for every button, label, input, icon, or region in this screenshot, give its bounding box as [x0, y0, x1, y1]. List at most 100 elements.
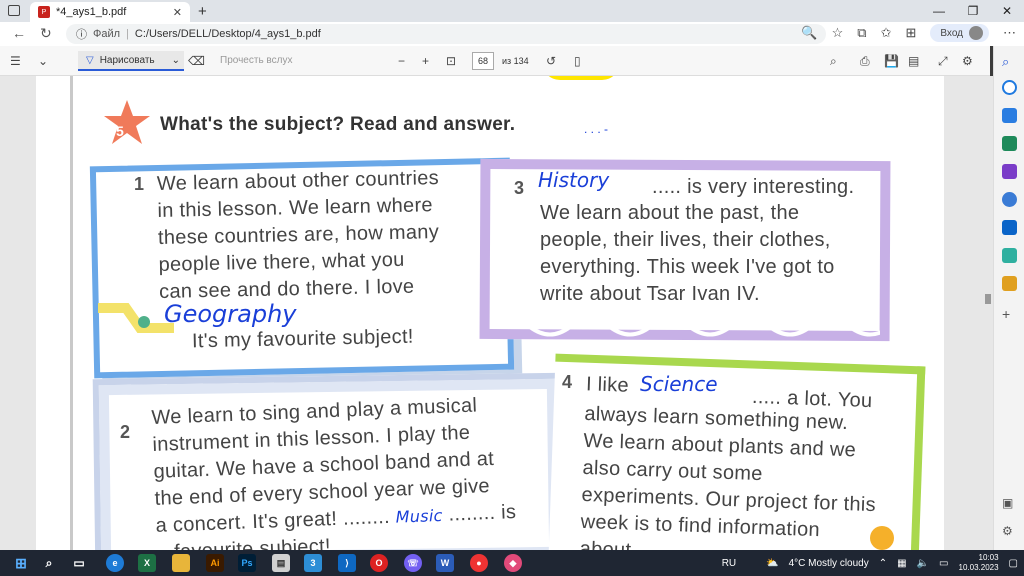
- word-icon[interactable]: W: [436, 554, 454, 572]
- box2-text: We learn to sing and play a musical inst…: [151, 391, 518, 550]
- back-icon[interactable]: ←: [12, 25, 26, 41]
- box3-text: We learn about the past, the people, the…: [540, 200, 835, 308]
- box3-line: people, their lives, their clothes,: [540, 229, 831, 251]
- close-tab-icon[interactable]: ✕: [173, 6, 182, 19]
- box4-prefix: I like: [585, 373, 630, 397]
- add-icon[interactable]: +: [1002, 306, 1017, 322]
- split-screen-icon[interactable]: ⧉: [857, 25, 866, 41]
- highlight-icon[interactable]: ⌄: [38, 54, 48, 68]
- save-as-icon[interactable]: ▤: [908, 54, 919, 68]
- tab-pdf[interactable]: P *4_ays1_b.pdf ✕: [30, 2, 190, 22]
- yellow-mark: [542, 76, 620, 80]
- folder-icon[interactable]: [172, 554, 190, 572]
- language-indicator[interactable]: RU: [722, 558, 736, 569]
- games-icon[interactable]: [1002, 164, 1017, 179]
- collections-icon[interactable]: ⊞: [905, 25, 916, 41]
- contents-icon[interactable]: ☰: [10, 54, 21, 68]
- battery-icon[interactable]: ▭: [939, 558, 948, 569]
- search-icon[interactable]: ⌕: [1002, 54, 1017, 69]
- box1-answer: Geography: [164, 300, 297, 328]
- avatar: [969, 26, 983, 40]
- opera-icon[interactable]: O: [370, 554, 388, 572]
- address-bar-row: ← ↻ ⓘ Файл | C:/Users/DELL/Desktop/4_ays…: [0, 22, 1024, 46]
- settings-icon[interactable]: ⚙: [1002, 524, 1017, 539]
- more-icon[interactable]: ⋯: [1003, 25, 1016, 41]
- app3-icon[interactable]: 3: [304, 554, 322, 572]
- close-window-icon[interactable]: ✕: [990, 0, 1024, 22]
- excel-icon[interactable]: X: [138, 554, 156, 572]
- browser-tab-bar: P *4_ays1_b.pdf ✕ + — ❐ ✕: [0, 0, 1024, 22]
- volume-icon[interactable]: 🔈: [917, 558, 929, 569]
- viber-icon[interactable]: ☏: [404, 554, 422, 572]
- zoom-out-icon[interactable]: −: [398, 54, 405, 68]
- app-icon[interactable]: ▤: [272, 554, 290, 572]
- rotate-icon[interactable]: ↺: [546, 54, 556, 68]
- favorites-bar-icon[interactable]: ✩: [881, 25, 892, 41]
- sidebar-toggle-icon[interactable]: ▣: [1002, 496, 1017, 511]
- pdf-viewer[interactable]: 5 What's the subject? Read and answer. .…: [0, 76, 993, 550]
- login-button[interactable]: Вход: [930, 24, 989, 42]
- box3-number: 3: [514, 178, 525, 198]
- search-icon[interactable]: ⌕: [40, 554, 58, 572]
- box3-line: We learn about the past, the: [540, 202, 800, 224]
- search-icon[interactable]: ⌕: [830, 54, 837, 69]
- network-icon[interactable]: ▦: [897, 558, 906, 569]
- tray-chevron-icon[interactable]: ⌃: [879, 558, 887, 569]
- new-tab-button[interactable]: +: [198, 3, 207, 20]
- url-text: C:/Users/DELL/Desktop/4_ays1_b.pdf: [134, 28, 321, 40]
- page-number-input[interactable]: 68: [472, 52, 494, 70]
- designer-icon[interactable]: [1002, 276, 1017, 291]
- system-tray: RU ⛅ 4°C Mostly cloudy ⌃ ▦ 🔈 ▭ 10:03 10.…: [722, 550, 1018, 576]
- tab-actions-icon[interactable]: [8, 5, 20, 16]
- favorite-icon[interactable]: ☆: [832, 25, 844, 41]
- pdf-file-icon: P: [38, 6, 50, 18]
- edge-sidebar: ⌕ + ▣ ⚙: [993, 46, 1024, 550]
- vscode-icon[interactable]: ⟩: [338, 554, 356, 572]
- clock-time: 10:03: [978, 553, 999, 562]
- star-icon: [104, 100, 150, 144]
- edge-icon[interactable]: e: [106, 554, 124, 572]
- box4-answer: Science: [640, 372, 718, 396]
- page-view-icon[interactable]: ▯: [574, 54, 581, 68]
- read-aloud-button[interactable]: Прочесть вслух: [220, 55, 292, 66]
- fit-page-icon[interactable]: ⊡: [446, 54, 456, 68]
- settings-icon[interactable]: ⚙: [962, 54, 973, 68]
- notifications-icon[interactable]: ▢: [1009, 558, 1018, 569]
- draw-label: Нарисовать: [99, 54, 155, 66]
- task-view-icon[interactable]: ▭: [70, 554, 88, 572]
- maximize-icon[interactable]: ❐: [956, 0, 990, 22]
- outlook-icon[interactable]: [1002, 220, 1017, 235]
- print-icon[interactable]: ⎙: [860, 54, 870, 69]
- zoom-icon[interactable]: 🔍: [801, 25, 817, 41]
- draw-button[interactable]: ▽ Нарисовать ⌄: [78, 51, 184, 71]
- clock[interactable]: 10:03 10.03.2023: [959, 553, 999, 573]
- weather-icon[interactable]: ⛅: [766, 558, 778, 569]
- app-drop-icon[interactable]: ◆: [504, 554, 522, 572]
- pdf-page: 5 What's the subject? Read and answer. .…: [36, 76, 944, 550]
- box4-text: always learn something new. We learn abo…: [579, 401, 879, 550]
- box3-first-line: ..... is very interesting.: [652, 176, 855, 198]
- scrollbar-thumb[interactable]: [985, 294, 991, 304]
- minimize-icon[interactable]: —: [922, 0, 956, 22]
- scrollbar[interactable]: [983, 76, 993, 550]
- refresh-icon[interactable]: ↻: [40, 25, 52, 42]
- office-icon[interactable]: [1002, 192, 1017, 207]
- start-icon[interactable]: ⊞: [12, 554, 30, 572]
- photoshop-icon[interactable]: Ps: [238, 554, 256, 572]
- tab-title: *4_ays1_b.pdf: [56, 6, 127, 18]
- chevron-down-icon: ⌄: [171, 54, 180, 66]
- drop-icon[interactable]: [1002, 248, 1017, 263]
- tools-icon[interactable]: [1002, 136, 1017, 151]
- illustrator-icon[interactable]: Ai: [206, 554, 224, 572]
- chrome-icon[interactable]: ●: [470, 554, 488, 572]
- bing-icon[interactable]: [1002, 80, 1017, 95]
- zoom-in-icon[interactable]: +: [422, 54, 429, 68]
- save-icon[interactable]: 💾: [884, 54, 899, 68]
- shopping-icon[interactable]: [1002, 108, 1017, 123]
- orange-dot: [870, 526, 894, 550]
- box2-answer: Music: [395, 505, 444, 527]
- expand-icon[interactable]: ⤢: [938, 54, 948, 69]
- eraser-icon[interactable]: ⌫: [188, 54, 205, 68]
- weather-text[interactable]: 4°C Mostly cloudy: [789, 558, 869, 569]
- address-field[interactable]: ⓘ Файл | C:/Users/DELL/Desktop/4_ays1_b.…: [66, 24, 826, 44]
